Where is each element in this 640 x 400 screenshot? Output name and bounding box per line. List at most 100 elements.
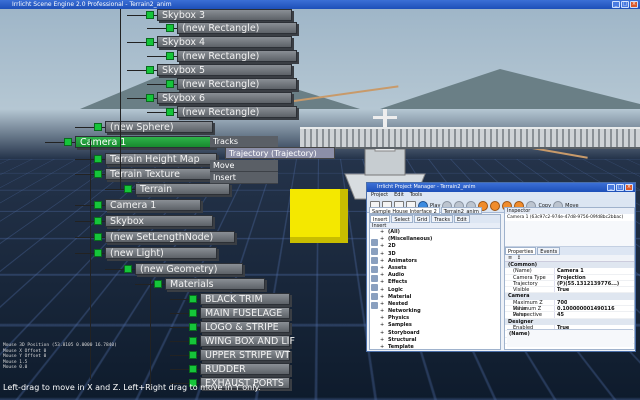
ctx-item-insert[interactable]: Insert bbox=[210, 172, 278, 184]
insert-category[interactable]: Physics bbox=[370, 315, 500, 322]
node-expander[interactable] bbox=[94, 201, 102, 209]
property-value[interactable]: True bbox=[555, 287, 569, 292]
insert-category[interactable]: Structural bbox=[370, 337, 500, 344]
node-expander[interactable] bbox=[189, 351, 197, 359]
property-value[interactable]: (P)(55.1312139776...) bbox=[555, 281, 619, 286]
tab-events[interactable]: Events bbox=[537, 247, 560, 255]
insert-category[interactable]: (Miscellaneous) bbox=[370, 236, 500, 243]
node-expander[interactable] bbox=[189, 323, 197, 331]
scene-node[interactable]: MAIN FUSELAGE bbox=[200, 307, 290, 319]
menu-edit[interactable]: Edit bbox=[394, 192, 404, 199]
scene-node[interactable]: Skybox 5 bbox=[157, 64, 292, 76]
insert-category[interactable]: Networking bbox=[370, 308, 500, 315]
scene-node[interactable]: (new Rectangle) bbox=[177, 22, 297, 34]
scene-node[interactable]: LOGO & STRIPE bbox=[200, 321, 290, 333]
node-expander[interactable] bbox=[154, 280, 162, 288]
node-expander[interactable] bbox=[166, 108, 174, 116]
ctx-submenu-trajectory[interactable]: Trajectory (Trajectory) bbox=[225, 147, 335, 159]
node-expander[interactable] bbox=[94, 233, 102, 241]
node-expander[interactable] bbox=[146, 66, 154, 74]
scene-node[interactable]: Camera 1 bbox=[105, 199, 201, 211]
scene-node[interactable]: RUDDER bbox=[200, 363, 290, 375]
node-expander[interactable] bbox=[94, 249, 102, 257]
node-expander[interactable] bbox=[64, 138, 72, 146]
node-expander[interactable] bbox=[189, 337, 197, 345]
insert-category[interactable]: Nested bbox=[370, 301, 500, 308]
property-value[interactable]: Projection bbox=[555, 275, 586, 280]
scene-node[interactable]: Skybox 4 bbox=[157, 36, 292, 48]
scene-node[interactable]: (new Rectangle) bbox=[177, 78, 297, 90]
property-value[interactable]: 0.100000001490116 bbox=[555, 306, 615, 311]
node-expander[interactable] bbox=[146, 94, 154, 102]
tab-properties[interactable]: Properties bbox=[505, 247, 536, 255]
scene-node[interactable]: (new Geometry) bbox=[135, 263, 243, 275]
categorized-icon[interactable]: ≡ bbox=[508, 255, 512, 261]
node-expander[interactable] bbox=[189, 365, 197, 373]
insert-category[interactable]: Effects bbox=[370, 279, 500, 286]
node-expander[interactable] bbox=[166, 80, 174, 88]
yellow-cube-model[interactable] bbox=[290, 189, 348, 243]
insert-category[interactable]: Template bbox=[370, 344, 500, 351]
insert-category[interactable]: Assets bbox=[370, 265, 500, 272]
maximize-button[interactable]: □ bbox=[621, 1, 629, 8]
scene-node[interactable]: Terrain Texture bbox=[105, 168, 217, 180]
alphabetical-icon[interactable]: ↕ bbox=[517, 255, 521, 261]
minimize-button[interactable]: _ bbox=[612, 1, 620, 8]
node-expander[interactable] bbox=[124, 185, 132, 193]
scene-node[interactable]: WING BOX AND LIF bbox=[200, 335, 290, 347]
pm-close-button[interactable]: × bbox=[625, 184, 633, 191]
node-expander[interactable] bbox=[94, 170, 102, 178]
insert-category[interactable]: Material bbox=[370, 294, 500, 301]
scene-node[interactable]: (new Rectangle) bbox=[177, 50, 297, 62]
property-value[interactable]: 700 bbox=[555, 300, 567, 305]
scene-node[interactable]: (new SetLengthNode) bbox=[105, 231, 235, 243]
scene-node[interactable]: Terrain Height Map bbox=[105, 153, 217, 165]
scene-node[interactable]: Skybox 6 bbox=[157, 92, 292, 104]
insert-category[interactable]: Audio bbox=[370, 272, 500, 279]
insert-category[interactable]: Logic bbox=[370, 287, 500, 294]
scene-node[interactable]: UPPER STRIPE WT bbox=[200, 349, 290, 361]
scene-node[interactable]: Camera 1 bbox=[75, 136, 215, 148]
property-value[interactable]: 45 bbox=[555, 312, 564, 317]
menu-project[interactable]: Project bbox=[371, 192, 388, 199]
tab-insert[interactable]: Insert bbox=[370, 215, 390, 223]
node-expander[interactable] bbox=[94, 155, 102, 163]
node-expander[interactable] bbox=[146, 11, 154, 19]
insert-category[interactable]: Storyboard bbox=[370, 330, 500, 337]
insert-category[interactable]: Samples bbox=[370, 322, 500, 329]
tab-grid[interactable]: Grid bbox=[414, 215, 431, 223]
insert-category[interactable]: 2D bbox=[370, 243, 500, 250]
insert-category[interactable]: (All) bbox=[370, 229, 500, 236]
back-icon[interactable] bbox=[490, 201, 500, 211]
node-expander[interactable] bbox=[124, 265, 132, 273]
node-expander[interactable] bbox=[94, 123, 102, 131]
node-expander[interactable] bbox=[146, 38, 154, 46]
scene-node[interactable]: BLACK TRIM bbox=[200, 293, 290, 305]
pm-title-bar[interactable]: Irrlicht Project Manager - Terrain2_anim… bbox=[367, 183, 635, 192]
property-value[interactable]: Camera 1 bbox=[555, 268, 584, 273]
insert-category[interactable]: 3D bbox=[370, 251, 500, 258]
scene-node[interactable]: Materials bbox=[165, 278, 265, 290]
window-title-bar[interactable]: Irrlicht Scene Engine 2.0 Professional -… bbox=[0, 0, 640, 9]
pm-maximize-button[interactable]: □ bbox=[616, 184, 624, 191]
node-expander[interactable] bbox=[166, 52, 174, 60]
close-button[interactable]: × bbox=[630, 1, 638, 8]
scene-node[interactable]: (new Sphere) bbox=[105, 121, 213, 133]
tab-edit[interactable]: Edit bbox=[454, 215, 470, 223]
insert-category[interactable]: Animators bbox=[370, 258, 500, 265]
tab-select[interactable]: Select bbox=[391, 215, 412, 223]
scene-node[interactable]: Terrain bbox=[135, 183, 230, 195]
tab-terrain2-anim[interactable]: Terrain2_anim bbox=[441, 207, 482, 214]
ctx-item-move[interactable]: Move bbox=[210, 160, 278, 172]
tab-sample-house[interactable]: Sample House Interface 2 bbox=[369, 207, 440, 214]
pm-minimize-button[interactable]: _ bbox=[607, 184, 615, 191]
project-manager-window[interactable]: Irrlicht Project Manager - Terrain2_anim… bbox=[366, 182, 636, 352]
menu-tools[interactable]: Tools bbox=[410, 192, 422, 199]
node-expander[interactable] bbox=[189, 295, 197, 303]
node-expander[interactable] bbox=[94, 217, 102, 225]
scene-node[interactable]: (new Light) bbox=[105, 247, 217, 259]
tab-tracks[interactable]: Tracks bbox=[431, 215, 453, 223]
node-expander[interactable] bbox=[166, 24, 174, 32]
scene-node[interactable]: Skybox 3 bbox=[157, 9, 292, 21]
scene-node[interactable]: Skybox bbox=[105, 215, 213, 227]
